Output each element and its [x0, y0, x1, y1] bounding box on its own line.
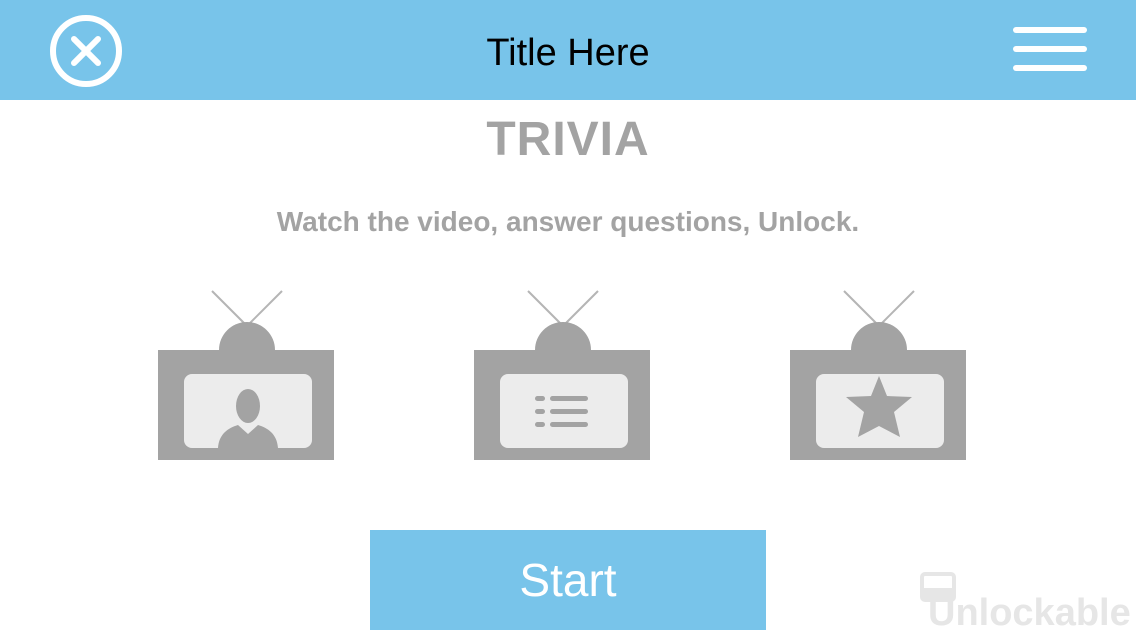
instructions-text: Watch the video, answer questions, Unloc…: [276, 206, 860, 237]
brand-watermark: Unlockable: [918, 570, 1132, 634]
tv-person-icon: [158, 290, 334, 460]
hamburger-menu-icon: [1013, 27, 1087, 71]
start-button[interactable]: Start: [370, 530, 766, 630]
top-bar: Title Here: [0, 0, 1136, 100]
trivia-heading: TRIVIA: [486, 113, 650, 166]
trivia-screen: Title Here TRIVIA Watch the video, answe…: [0, 0, 1136, 640]
menu-button[interactable]: [1010, 26, 1090, 76]
close-button[interactable]: [48, 13, 124, 89]
close-circle-icon: [50, 15, 122, 87]
step-answer-questions: [474, 288, 654, 464]
step-watch-video: [158, 288, 338, 464]
step-unlock: [790, 288, 970, 464]
tv-list-icon: [474, 290, 650, 460]
brand-name: Unlockable: [928, 592, 1131, 634]
tv-star-icon: [790, 290, 966, 460]
page-title: Title Here: [486, 32, 650, 74]
